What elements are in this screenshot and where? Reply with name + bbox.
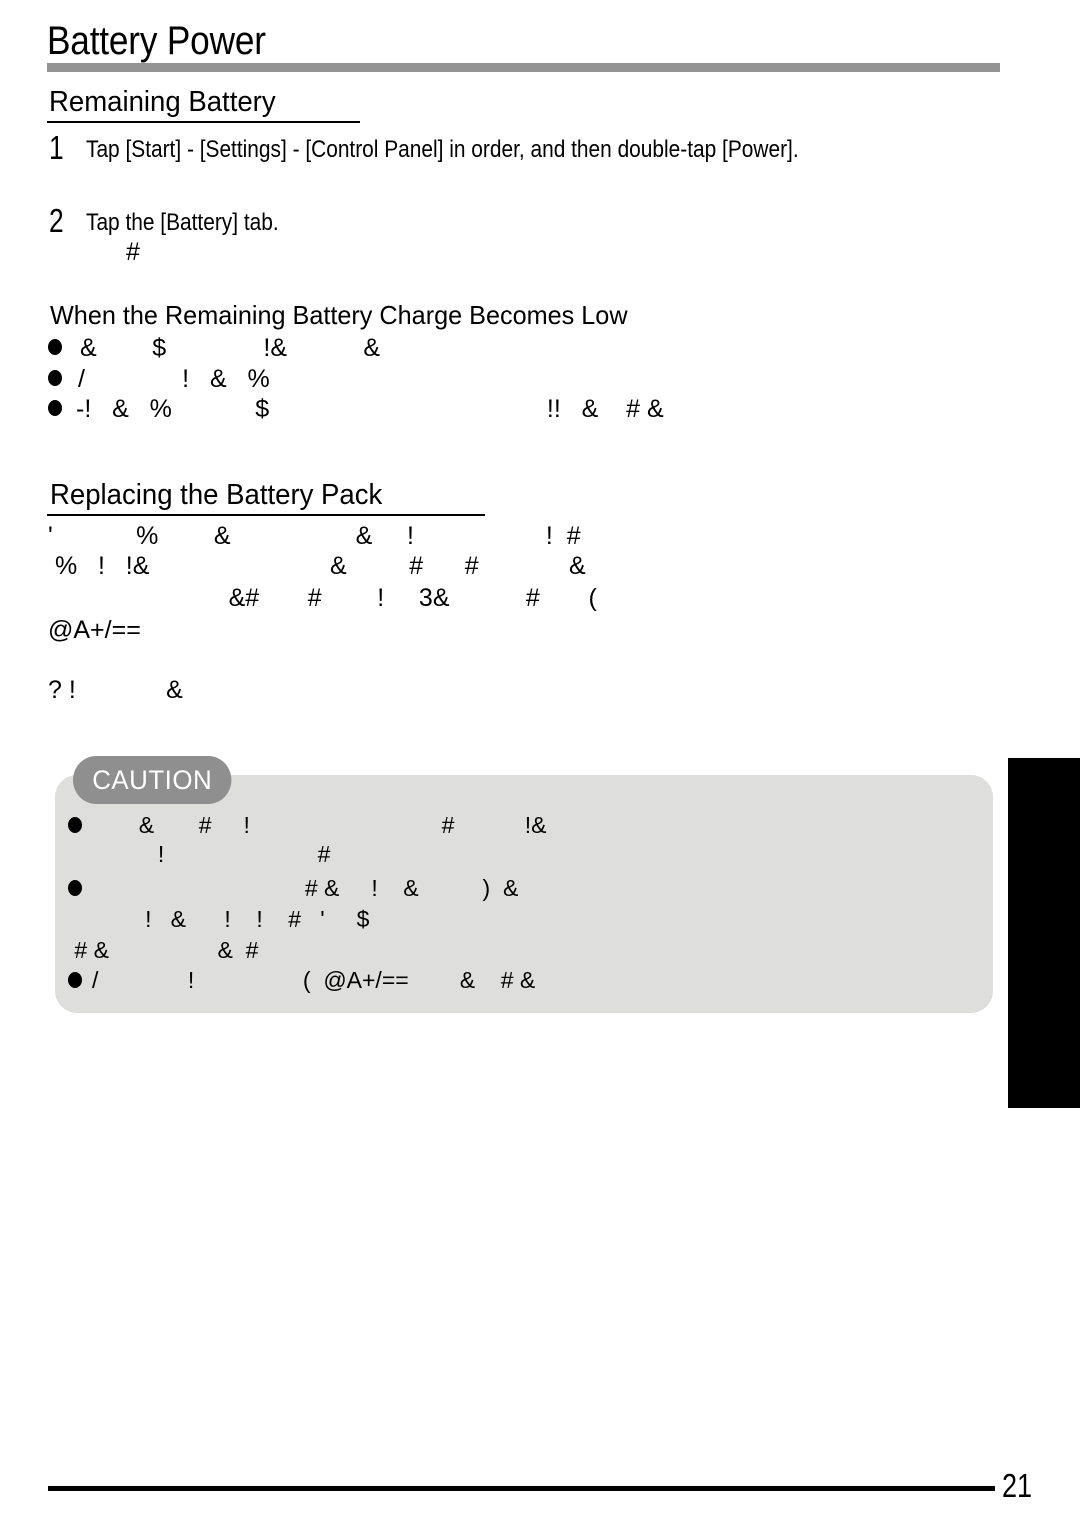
low-charge-bullet-text-3: -! & % $ !! & # & — [76, 395, 664, 423]
step-number-1: 1 — [49, 129, 64, 166]
bullet-marker — [48, 370, 62, 386]
bullet-marker — [48, 400, 62, 416]
bullet-marker — [68, 880, 82, 896]
bullet-marker — [68, 972, 82, 988]
caution-bullet-1-line-1: & # ! # !& — [94, 812, 547, 838]
section-heading-underline-replacing-battery-pack — [47, 514, 485, 516]
caution-bullet-2-line-1: # & ! & ) & — [94, 875, 519, 901]
replacing-body-line-1: ' % & & ! ! # — [48, 522, 581, 550]
replacing-body-line-2: % ! !& & # # & — [48, 552, 586, 580]
replacing-body-line-3: &# # ! 3& # ( — [48, 584, 597, 612]
document-page: Battery Power Remaining Battery 1 Tap [S… — [0, 0, 1080, 1533]
caution-badge: CAUTION — [73, 756, 232, 804]
step-number-2: 2 — [49, 202, 64, 239]
replacing-body-line-4: @A+/== — [48, 616, 141, 644]
page-title: Battery Power — [47, 19, 266, 63]
title-divider — [47, 63, 1000, 72]
footer-divider — [48, 1486, 995, 1491]
low-charge-bullet-text-1: & $ !& & — [80, 334, 381, 362]
caution-bullet-3-line-1: / ! ( @A+/== & # & — [92, 967, 536, 993]
bullet-marker — [48, 339, 62, 355]
caution-bullet-2-line-2: ! & ! ! # ' $ — [94, 906, 370, 932]
low-charge-bullet-text-2: / ! & % — [78, 365, 270, 393]
step-2-note-glyphs: # — [126, 238, 140, 266]
side-index-tab — [1008, 758, 1080, 1108]
step-text-1: Tap [Start] - [Settings] - [Control Pane… — [86, 136, 799, 163]
page-number: 21 — [1002, 1467, 1033, 1504]
section-heading-remaining-battery: Remaining Battery — [49, 86, 276, 118]
caution-bullet-1-line-2: ! # — [94, 841, 331, 867]
caution-bullet-2-line-3: # & & # — [68, 937, 259, 963]
subsection-heading-low-charge: When the Remaining Battery Charge Become… — [50, 300, 628, 330]
bullet-marker — [68, 817, 82, 833]
section-heading-underline-remaining-battery — [47, 121, 360, 123]
section-heading-replacing-battery-pack: Replacing the Battery Pack — [50, 479, 383, 511]
step-text-2: Tap the [Battery] tab. — [86, 209, 279, 236]
replacing-body-line-6: ? ! & — [48, 676, 183, 704]
